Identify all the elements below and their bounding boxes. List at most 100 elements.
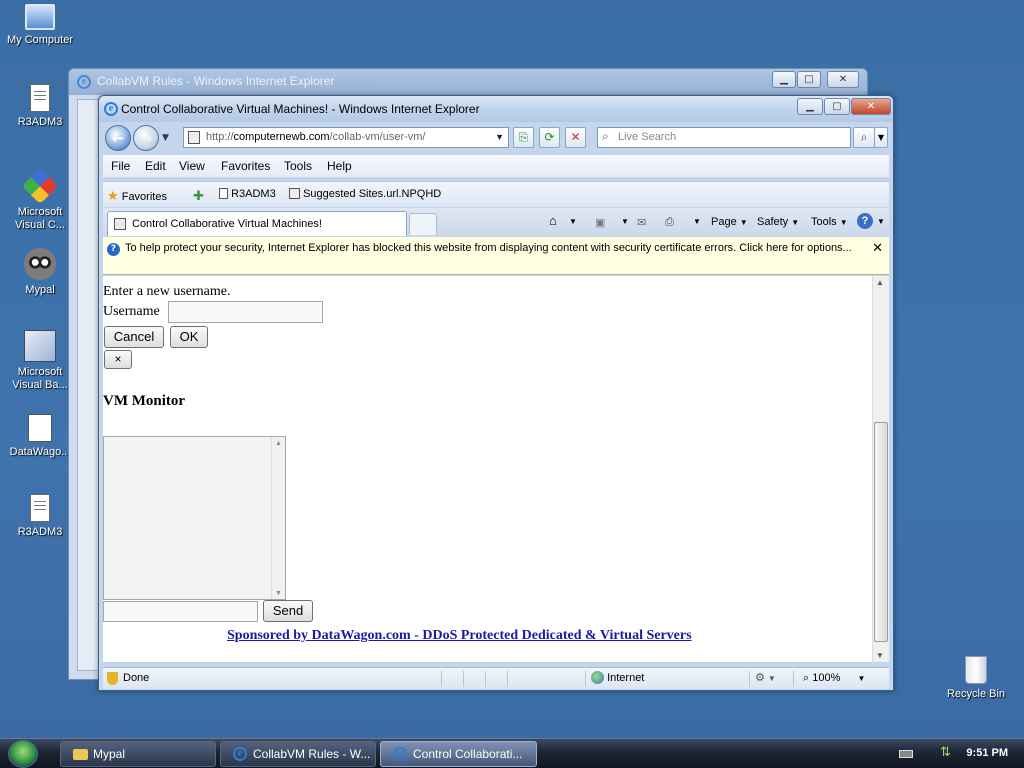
vm-monitor-heading: VM Monitor [103,393,186,409]
taskbar-item-label: Control Collaborati... [413,747,523,761]
favorite-link-suggested-sites[interactable]: Suggested Sites.url.NPQHD [289,188,441,200]
chat-log-scrollbar[interactable]: ▲ ▼ [271,437,285,599]
stop-button[interactable]: ✕ [565,127,586,148]
taskbar-item-mypal[interactable]: Mypal [60,741,216,767]
taskbar-item-control-collaborative[interactable]: e Control Collaborati... [380,741,537,767]
safety-menu[interactable]: Safety ▼ [757,216,799,228]
cancel-button[interactable]: Cancel [104,326,164,348]
scroll-down-arrow-icon[interactable]: ▼ [275,589,282,597]
desktop-icon-label: Microsoft Visual Ba... [12,366,68,391]
address-bar[interactable]: http://computernewb.com/collab-vm/user-v… [183,127,509,148]
home-dropdown-icon[interactable]: ▼ [569,217,577,226]
protected-mode-icon[interactable]: ⚙ ▼ [755,671,776,684]
page-scrollbar[interactable]: ▲ ▼ [872,276,889,662]
search-options-button[interactable]: ▼ [874,127,888,148]
star-icon: ★ [107,188,119,203]
title-bar[interactable]: e Control Collaborative Virtual Machines… [99,96,893,122]
desktop-icon-recycle-bin[interactable]: Recycle Bin [938,656,1014,701]
refresh-button[interactable]: ⟳ [539,127,560,148]
ok-button[interactable]: OK [170,326,208,348]
clock[interactable]: 9:51 PM [966,747,1008,759]
username-input[interactable] [168,301,323,323]
page-menu-label: Page [711,216,737,228]
info-shield-icon: ? [107,243,120,256]
taskbar-item-label: Mypal [93,747,126,761]
safety-menu-label: Safety [757,216,789,228]
tab-control-collaborative[interactable]: Control Collaborative Virtual Machines! [107,211,407,236]
desktop-icon-datawagon[interactable]: DataWago... [2,414,78,459]
add-to-favorites-bar-button[interactable]: ✚ [193,188,204,204]
web-slice-icon [289,188,300,199]
search-icon: ⌕ [602,129,609,143]
desktop-icon-label: R3ADM3 [17,116,63,128]
back-button[interactable]: ← [105,125,131,151]
page-menu[interactable]: Page ▼ [711,216,748,228]
zoom-level[interactable]: ⌕ 100% ▼ [803,672,865,685]
tools-menu[interactable]: Tools ▼ [811,216,848,228]
keyboard-icon[interactable] [899,750,913,758]
search-button[interactable]: ⌕ [853,127,875,148]
favorite-link-label: Suggested Sites.url.NPQHD [303,188,442,200]
help-dropdown-icon[interactable]: ▼ [877,217,885,226]
print-icon[interactable]: ⎙ [665,216,674,229]
help-icon[interactable]: ? [857,213,873,229]
new-tab-button[interactable] [409,213,437,235]
favorites-button[interactable]: ★ Favorites [107,188,167,204]
scroll-up-arrow-icon[interactable]: ▲ [876,278,884,287]
close-button[interactable]: ✕ [827,71,859,88]
chevron-down-icon: ▼ [739,218,748,227]
address-dropdown-icon[interactable]: ▼ [495,132,504,142]
desktop-icon-mypal[interactable]: Mypal [2,248,78,297]
favorite-link-r3adm3[interactable]: R3ADM3 [219,188,276,200]
security-info-bar[interactable]: ? To help protect your security, Interne… [103,237,889,275]
desktop-icon-visual-basic[interactable]: Microsoft Visual Ba... [2,330,78,392]
scroll-down-arrow-icon[interactable]: ▼ [876,651,884,660]
compatibility-view-button[interactable]: ⎘ [513,127,534,148]
minimize-button[interactable]: ▁ [772,71,796,88]
ie-icon: e [233,747,247,761]
document-icon [30,494,50,522]
menu-tools[interactable]: Tools [284,159,312,173]
menu-help[interactable]: Help [327,159,352,173]
forward-button[interactable]: → [133,125,159,151]
dismiss-button[interactable]: × [104,350,132,369]
taskbar-item-collabvm-rules[interactable]: e CollabVM Rules - W... [220,741,376,767]
menu-file[interactable]: File [111,159,130,173]
send-button[interactable]: Send [263,600,313,622]
maximize-button[interactable]: □ [797,71,821,88]
status-separator [585,671,586,687]
sponsor-link[interactable]: Sponsored by DataWagon.com - DDoS Protec… [227,628,692,644]
close-info-bar-icon[interactable]: ✕ [872,241,883,256]
menu-edit[interactable]: Edit [145,159,166,173]
menu-view[interactable]: View [179,159,205,173]
scroll-thumb[interactable] [874,422,888,642]
minimize-button[interactable]: ▁ [797,98,823,115]
chat-input[interactable] [103,601,258,622]
network-icon[interactable]: ⇅ [940,745,951,760]
desktop-icon-visual-c[interactable]: Microsoft Visual C... [2,167,78,232]
chat-log-box[interactable]: ▲ ▼ [103,436,286,600]
desktop-icon-r3adm3[interactable]: R3ADM3 [2,84,78,129]
search-input[interactable]: ⌕ Live Search [597,127,851,148]
feeds-dropdown-icon[interactable]: ▼ [621,217,629,226]
close-button[interactable]: ✕ [851,98,891,115]
restore-button[interactable]: ▢ [824,98,850,115]
start-button[interactable] [8,740,38,768]
menu-favorites[interactable]: Favorites [221,159,270,173]
chevron-down-icon: ▼ [839,218,848,227]
desktop-icon-my-computer[interactable]: My Computer [2,4,78,47]
page-content: Enter a new username. Username Cancel OK… [103,276,889,662]
read-mail-icon[interactable]: ✉ [637,216,646,229]
address-prefix: http:// [206,131,234,143]
desktop-icon-r3adm3-2[interactable]: R3ADM3 [2,494,78,539]
scroll-up-arrow-icon[interactable]: ▲ [275,439,282,447]
feeds-icon[interactable]: ▣ [595,216,605,229]
recent-pages-dropdown[interactable]: ▼ [162,133,169,143]
ie-window[interactable]: e Control Collaborative Virtual Machines… [98,95,894,691]
chevron-down-icon: ▼ [857,674,866,683]
home-button[interactable]: ⌂ [549,213,557,228]
zone-label: Internet [607,672,645,684]
print-dropdown-icon[interactable]: ▼ [693,217,701,226]
taskbar: Mypal e CollabVM Rules - W... e Control … [0,738,1024,768]
internet-zone[interactable]: Internet [591,671,644,684]
